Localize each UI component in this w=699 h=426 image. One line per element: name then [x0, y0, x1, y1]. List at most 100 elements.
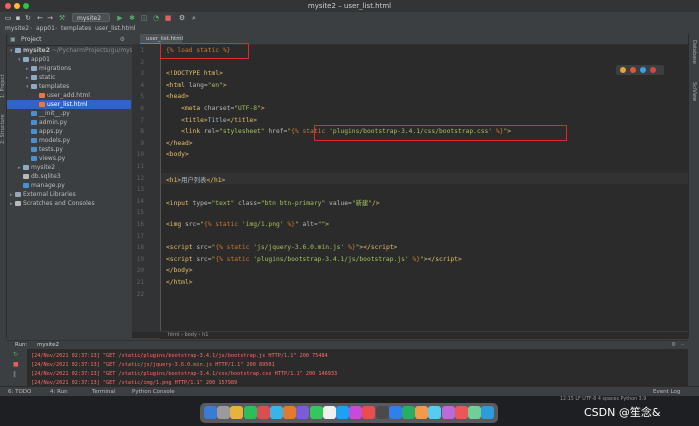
- run-settings-icon[interactable]: ⚙: [671, 341, 676, 349]
- dock-app-icon[interactable]: [256, 406, 270, 419]
- chrome-icon[interactable]: [620, 67, 626, 73]
- breadcrumb-item[interactable]: app01: [36, 24, 55, 34]
- save-icon[interactable]: ▪: [14, 14, 22, 22]
- rerun-icon[interactable]: ↻: [13, 351, 18, 358]
- debug-icon[interactable]: ✱: [128, 14, 136, 22]
- run-config-select[interactable]: mysite2: [72, 13, 110, 22]
- dock-app-icon[interactable]: [388, 406, 402, 419]
- tree-item[interactable]: ▸ External Libraries: [7, 190, 131, 199]
- tree-item[interactable]: views.py: [7, 154, 131, 163]
- dock-app-icon[interactable]: [454, 406, 468, 419]
- dock-app-icon[interactable]: [415, 406, 429, 419]
- search-everywhere-icon[interactable]: ⌕: [190, 14, 198, 22]
- dock-app-icon[interactable]: [349, 406, 363, 419]
- dock-app-icon[interactable]: [481, 406, 495, 419]
- database-tool-label[interactable]: Database: [691, 40, 697, 64]
- profile-icon[interactable]: ◔: [152, 14, 160, 22]
- tree-item[interactable]: ▾ app01: [7, 55, 131, 64]
- dock-app-icon[interactable]: [441, 406, 455, 419]
- code-line[interactable]: <script src="{% static 'js/jquery-3.6.0.…: [166, 244, 397, 251]
- dock-app-icon[interactable]: [230, 406, 244, 419]
- run-icon[interactable]: ▶: [116, 14, 124, 22]
- code-line[interactable]: <title>Title</title>: [166, 117, 257, 124]
- build-icon[interactable]: ⚒: [58, 14, 66, 22]
- breadcrumb-item[interactable]: mysite2: [5, 24, 29, 34]
- dock-app-icon[interactable]: [217, 406, 231, 419]
- line-number: 21: [136, 279, 144, 286]
- tree-item[interactable]: user_add.html: [7, 91, 131, 100]
- code-line[interactable]: <html lang="en">: [166, 82, 227, 89]
- code-line[interactable]: <input type="text" class="btn btn-primar…: [166, 198, 380, 207]
- tree-item[interactable]: ▾ mysite2 ~/PycharmProjects/gu/mys: [7, 46, 133, 55]
- dock-app-icon[interactable]: [428, 406, 442, 419]
- panel-settings-icon[interactable]: ⚙: [120, 34, 125, 45]
- dock-app-icon[interactable]: [309, 406, 323, 419]
- stop-icon[interactable]: ■: [164, 14, 172, 22]
- minimize-window-button[interactable]: [14, 3, 20, 9]
- dock-app-icon[interactable]: [322, 406, 336, 419]
- firefox-icon[interactable]: [630, 67, 636, 73]
- project-panel-title[interactable]: Project: [21, 36, 42, 43]
- safari-icon[interactable]: [640, 67, 646, 73]
- sciview-tool-label[interactable]: SciView: [691, 82, 697, 101]
- code-line[interactable]: <img src="{% static 'img/1.png' %}" alt=…: [166, 221, 329, 228]
- tree-item[interactable]: ▸ static: [7, 73, 131, 82]
- breadcrumb-item[interactable]: templates: [61, 24, 91, 34]
- code-line[interactable]: <!DOCTYPE html>: [166, 70, 223, 77]
- html-icon: [39, 102, 45, 107]
- run-config-tab[interactable]: mysite2: [37, 341, 59, 349]
- line-number: 11: [136, 163, 144, 170]
- dock-app-icon[interactable]: [243, 406, 257, 419]
- code-line[interactable]: </head>: [166, 140, 193, 147]
- dock-app-icon[interactable]: [296, 406, 310, 419]
- tree-item[interactable]: models.py: [7, 136, 131, 145]
- tree-item[interactable]: ▾ templates: [7, 82, 131, 91]
- tree-item[interactable]: ▸ migrations: [7, 64, 131, 73]
- coverage-icon[interactable]: ◫: [140, 14, 148, 22]
- tree-item[interactable]: admin.py: [7, 118, 131, 127]
- sync-icon[interactable]: ↻: [24, 14, 32, 22]
- project-tool-label[interactable]: 1: Project: [0, 74, 6, 98]
- structure-tool-label[interactable]: 2: Structure: [0, 114, 6, 144]
- line-number: 18: [136, 244, 144, 252]
- line-number: 9: [140, 139, 144, 147]
- zoom-window-button[interactable]: [23, 3, 29, 9]
- back-icon[interactable]: ←: [36, 14, 44, 22]
- tree-item[interactable]: user_list.html: [7, 100, 131, 109]
- dock-app-icon[interactable]: [402, 406, 415, 419]
- tree-item[interactable]: manage.py: [7, 181, 131, 190]
- wrench-icon[interactable]: ⚙: [178, 14, 186, 22]
- tree-item[interactable]: db.sqlite3: [7, 172, 131, 181]
- run-hide-icon[interactable]: –: [681, 341, 684, 349]
- tree-item[interactable]: apps.py: [7, 127, 131, 136]
- open-folder-icon[interactable]: ▭: [4, 14, 12, 22]
- dock-app-icon[interactable]: [283, 406, 297, 419]
- tree-item[interactable]: ▸ Scratches and Consoles: [7, 199, 131, 208]
- dock-app-icon[interactable]: [336, 406, 349, 419]
- breadcrumb-item[interactable]: user_list.html: [95, 24, 135, 34]
- code-line[interactable]: <script src="{% static 'plugins/bootstra…: [166, 256, 462, 263]
- tree-item[interactable]: tests.py: [7, 145, 131, 154]
- code-line[interactable]: <head>: [166, 93, 189, 100]
- forward-icon[interactable]: →: [46, 14, 54, 22]
- code-line[interactable]: <body>: [166, 151, 189, 158]
- tree-item[interactable]: ▸ mysite2: [7, 163, 131, 172]
- opera-icon[interactable]: [650, 67, 656, 73]
- dock-app-icon[interactable]: [204, 406, 217, 419]
- close-window-button[interactable]: [5, 3, 11, 9]
- pause-output-icon[interactable]: ‖: [13, 371, 16, 378]
- dock-app-icon[interactable]: [468, 406, 481, 419]
- dock-app-icon[interactable]: [362, 406, 376, 419]
- line-number: 17: [136, 232, 144, 240]
- scratch-icon: [15, 201, 21, 206]
- code-line[interactable]: </body>: [166, 267, 193, 274]
- editor-breadcrumb-text[interactable]: html › body › h1: [160, 332, 208, 338]
- dock-app-icon[interactable]: [270, 406, 283, 419]
- dock-app-icon[interactable]: [375, 406, 389, 419]
- tree-item[interactable]: __init__.py: [7, 109, 131, 118]
- code-line[interactable]: <h1>用户列表</h1>: [166, 175, 225, 184]
- line-number: 3: [140, 70, 144, 78]
- stop-run-icon[interactable]: ■: [13, 361, 19, 368]
- code-line[interactable]: <meta charset="UTF-8">: [166, 105, 264, 112]
- code-line[interactable]: </html>: [166, 279, 193, 286]
